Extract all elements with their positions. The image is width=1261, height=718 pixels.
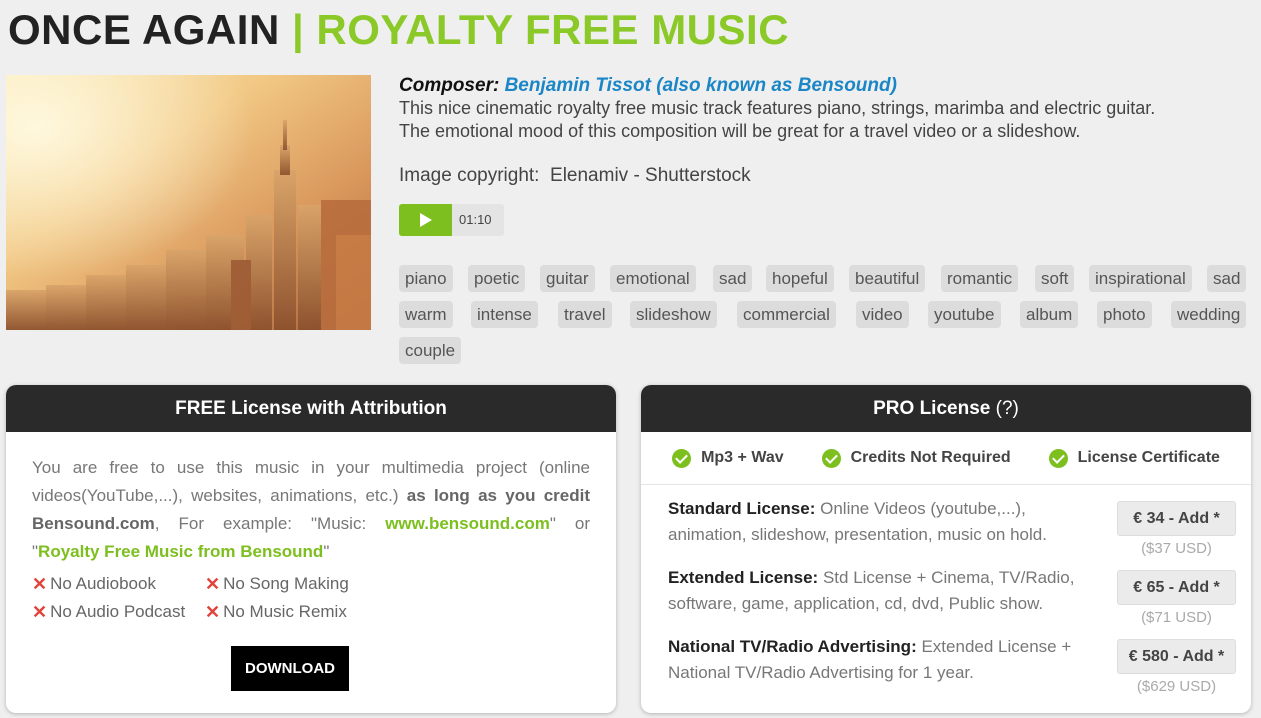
- download-button[interactable]: DOWNLOAD: [231, 646, 349, 691]
- cross-icon: ✕: [205, 574, 221, 594]
- feature-item: License Certificate: [1048, 448, 1220, 468]
- tag[interactable]: album: [1020, 301, 1079, 328]
- bensound-name-link[interactable]: Royalty Free Music from Bensound: [38, 542, 323, 561]
- audio-player: 01:10: [399, 204, 504, 236]
- bensound-site-link[interactable]: www.bensound.com: [385, 514, 550, 533]
- title-separator: |: [291, 6, 305, 53]
- tag[interactable]: piano: [399, 265, 453, 292]
- tag[interactable]: guitar: [540, 265, 595, 292]
- tag[interactable]: travel: [558, 301, 612, 328]
- track-title: ONCE AGAIN: [8, 6, 280, 53]
- pro-license-card: PRO License (?) Mp3 + Wav Credits Not Re…: [641, 385, 1251, 713]
- composer-line: Composer: Benjamin Tissot (also known as…: [399, 75, 1259, 97]
- page-title: ONCE AGAIN | ROYALTY FREE MUSIC: [8, 6, 789, 54]
- tag[interactable]: warm: [399, 301, 453, 328]
- composer-link[interactable]: Benjamin Tissot (also known as Bensound): [505, 75, 897, 96]
- extended-license-usd: ($71 USD): [1141, 609, 1212, 626]
- check-icon: [672, 448, 692, 468]
- free-license-heading: FREE License with Attribution: [6, 385, 616, 432]
- play-button[interactable]: [399, 204, 452, 236]
- copyright-label: Image copyright:: [399, 165, 540, 186]
- city-skyline-image: [6, 75, 371, 330]
- track-description: This nice cinematic royalty free music t…: [399, 97, 1259, 143]
- pro-license-title: PRO License: [873, 398, 991, 419]
- standard-license-usd: ($37 USD): [1141, 540, 1212, 557]
- free-license-text: You are free to use this music in your m…: [32, 454, 590, 566]
- track-info: Composer: Benjamin Tissot (also known as…: [399, 75, 1259, 236]
- check-icon: [821, 448, 841, 468]
- tag[interactable]: sad: [1207, 265, 1247, 292]
- free-license-card: FREE License with Attribution You are fr…: [6, 385, 616, 713]
- restriction-item: ✕ No Song Making: [205, 570, 349, 598]
- category-title: ROYALTY FREE MUSIC: [316, 6, 790, 53]
- restriction-item: ✕ No Music Remix: [205, 598, 347, 626]
- copyright-value: Elenamiv - Shutterstock: [550, 165, 751, 186]
- license-text: , For example: "Music:: [154, 514, 367, 533]
- tag[interactable]: sad: [713, 265, 753, 292]
- help-link[interactable]: (?): [996, 398, 1019, 419]
- tv-radio-license-desc: National TV/Radio Advertising: Extended …: [668, 637, 1072, 682]
- feature-item: Mp3 + Wav: [672, 448, 784, 468]
- extended-license-desc: Extended License: Std License + Cinema, …: [668, 568, 1075, 613]
- image-copyright: Image copyright: Elenamiv - Shutterstock: [399, 165, 1259, 187]
- check-icon: [1048, 448, 1068, 468]
- tag[interactable]: beautiful: [849, 265, 926, 292]
- standard-license-add-button[interactable]: € 34 - Add *: [1117, 501, 1236, 536]
- tag[interactable]: inspirational: [1089, 265, 1192, 292]
- tag[interactable]: commercial: [737, 301, 836, 328]
- tag[interactable]: youtube: [928, 301, 1001, 328]
- cross-icon: ✕: [205, 602, 221, 622]
- tv-radio-license-usd: ($629 USD): [1136, 678, 1217, 695]
- tag[interactable]: intense: [471, 301, 538, 328]
- standard-license-desc: Standard License: Online Videos (youtube…: [668, 499, 1047, 544]
- license-text: ": [323, 542, 330, 561]
- restriction-item: ✕ No Audiobook: [32, 570, 205, 598]
- feature-item: Credits Not Required: [821, 448, 1011, 468]
- track-cover-image: [6, 75, 371, 330]
- description-line: This nice cinematic royalty free music t…: [399, 98, 1156, 118]
- tag[interactable]: video: [856, 301, 909, 328]
- tag[interactable]: romantic: [941, 265, 1019, 292]
- cross-icon: ✕: [32, 602, 48, 622]
- tag[interactable]: poetic: [468, 265, 526, 292]
- extended-license-add-button[interactable]: € 65 - Add *: [1117, 570, 1236, 605]
- pro-features: Mp3 + Wav Credits Not Required License C…: [641, 432, 1251, 485]
- tag[interactable]: hopeful: [766, 265, 834, 292]
- restrictions-list: ✕ No Audiobook ✕ No Song Making ✕ No Audio …: [32, 570, 590, 626]
- restriction-item: ✕ No Audio Podcast: [32, 598, 205, 626]
- tag[interactable]: soft: [1035, 265, 1075, 292]
- track-duration: 01:10: [459, 212, 492, 227]
- tv-radio-license-add-button[interactable]: € 580 - Add *: [1117, 639, 1236, 674]
- cross-icon: ✕: [32, 574, 48, 594]
- pro-license-heading: PRO License (?): [641, 385, 1251, 432]
- tag[interactable]: emotional: [610, 265, 696, 292]
- tag[interactable]: photo: [1097, 301, 1152, 328]
- description-line: The emotional mood of this composition w…: [399, 121, 1081, 141]
- tag[interactable]: wedding: [1171, 301, 1247, 328]
- composer-label: Composer:: [399, 75, 500, 96]
- tag[interactable]: couple: [399, 337, 462, 364]
- tag[interactable]: slideshow: [630, 301, 717, 328]
